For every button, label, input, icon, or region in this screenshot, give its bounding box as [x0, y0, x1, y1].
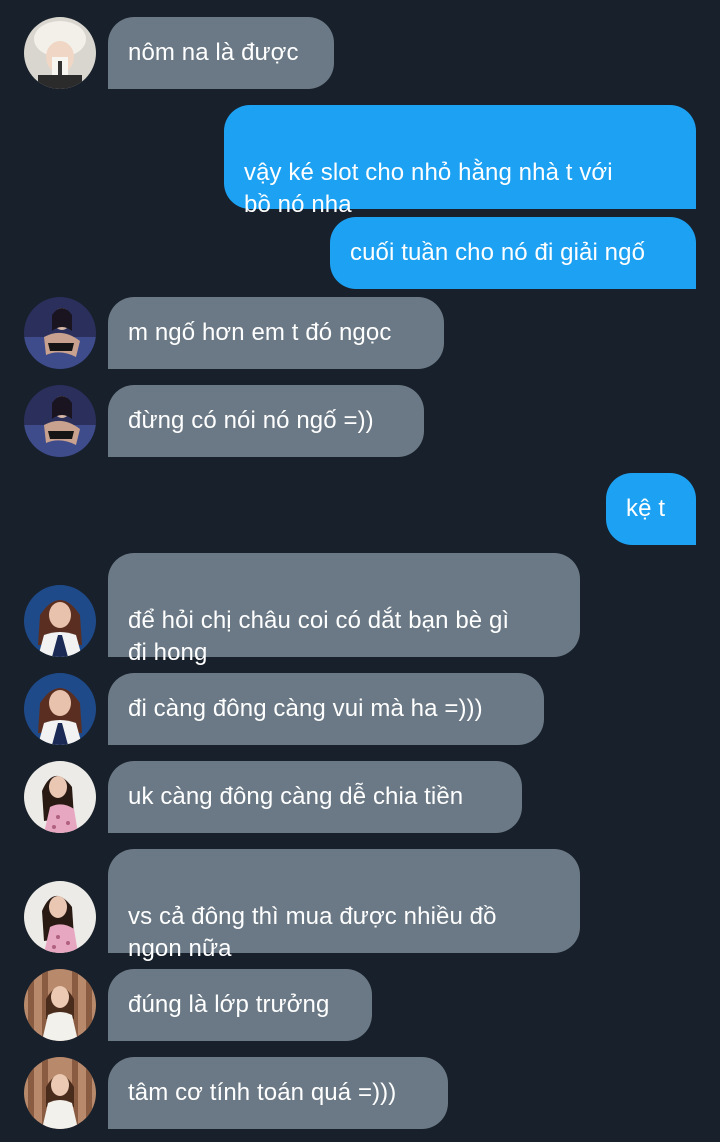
- message-bubble-outgoing[interactable]: vậy ké slot cho nhỏ hằng nhà t với bồ nó…: [224, 105, 696, 218]
- message-bubble-incoming[interactable]: nôm na là được: [108, 17, 334, 89]
- message-text: vs cả đông thì mua được nhiều đồ ngon nữ…: [128, 903, 497, 962]
- message-text: đi càng đông càng vui mà ha =))): [128, 695, 483, 722]
- chat-thread: nôm na là được vậy ké slot cho nhỏ hằng …: [0, 0, 720, 1142]
- message-text: uk càng đông càng dễ chia tiền: [128, 783, 464, 810]
- message-text: cuối tuần cho nó đi giải ngố: [350, 239, 646, 266]
- message-bubble-incoming[interactable]: vs cả đông thì mua được nhiều đồ ngon nữ…: [108, 849, 580, 962]
- message-text: kệ t: [626, 495, 666, 522]
- user-c-avatar[interactable]: [24, 585, 96, 657]
- message-text: đúng là lớp trưởng: [128, 991, 330, 1018]
- message-bubble-incoming[interactable]: đi càng đông càng vui mà ha =))): [108, 673, 544, 745]
- user-d-avatar[interactable]: [24, 881, 96, 953]
- message-bubble-incoming[interactable]: đúng là lớp trưởng: [108, 969, 372, 1041]
- message-bubble-outgoing[interactable]: kệ t: [606, 473, 696, 545]
- message-text: để hỏi chị châu coi có dắt bạn bè gì đi …: [128, 607, 510, 666]
- message-text: tâm cơ tính toán quá =))): [128, 1079, 397, 1106]
- message-text: vậy ké slot cho nhỏ hằng nhà t với bồ nó…: [244, 159, 613, 218]
- user-e-avatar[interactable]: [24, 969, 96, 1041]
- message-bubble-incoming[interactable]: để hỏi chị châu coi có dắt bạn bè gì đi …: [108, 553, 580, 666]
- message-bubble-incoming[interactable]: m ngố hơn em t đó ngọc: [108, 297, 444, 369]
- message-text: nôm na là được: [128, 39, 299, 66]
- message-bubble-incoming[interactable]: đừng có nói nó ngố =)): [108, 385, 424, 457]
- message-text: đừng có nói nó ngố =)): [128, 407, 374, 434]
- user-e-avatar[interactable]: [24, 1057, 96, 1129]
- message-bubble-incoming[interactable]: uk càng đông càng dễ chia tiền: [108, 761, 522, 833]
- user-b-avatar[interactable]: [24, 297, 96, 369]
- user-b-avatar[interactable]: [24, 385, 96, 457]
- message-bubble-outgoing[interactable]: cuối tuần cho nó đi giải ngố: [330, 217, 696, 289]
- user-c-avatar[interactable]: [24, 673, 96, 745]
- user-a-avatar[interactable]: [24, 17, 96, 89]
- user-d-avatar[interactable]: [24, 761, 96, 833]
- message-text: m ngố hơn em t đó ngọc: [128, 319, 392, 346]
- message-bubble-incoming[interactable]: tâm cơ tính toán quá =))): [108, 1057, 448, 1129]
